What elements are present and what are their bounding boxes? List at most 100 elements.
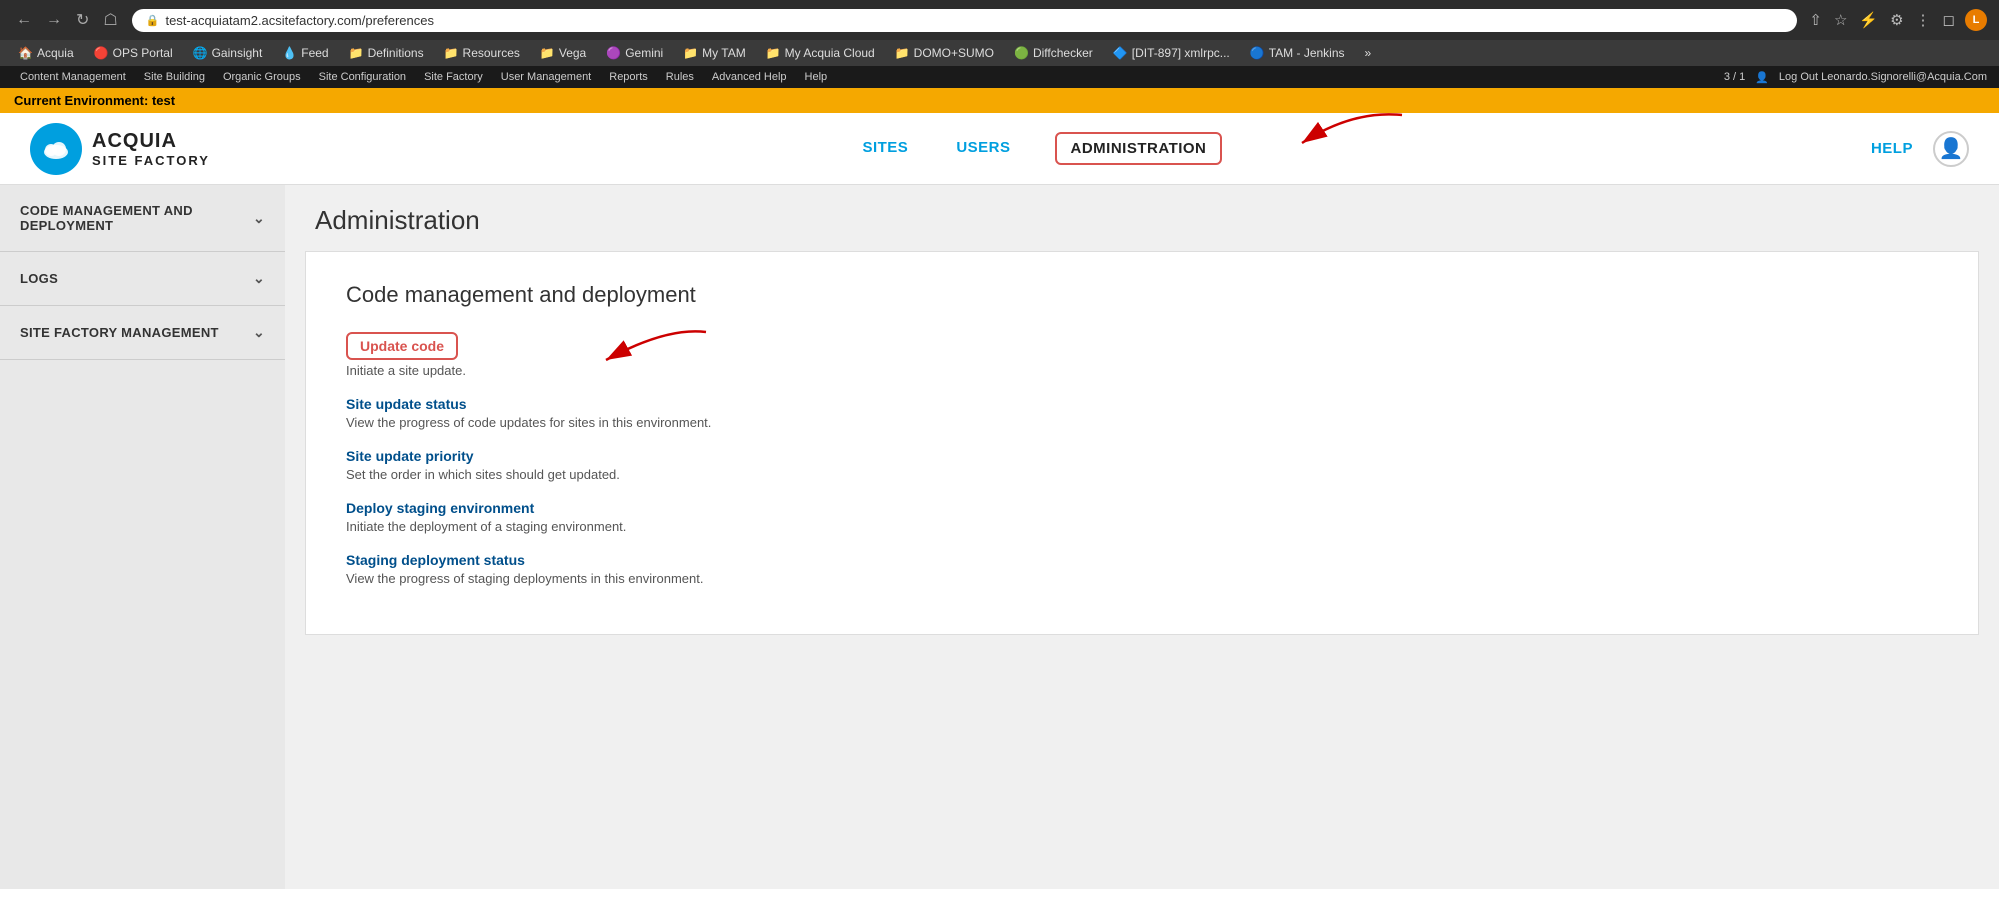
back-button[interactable]: ← — [12, 9, 36, 31]
nav-administration[interactable]: ADMINISTRATION — [1055, 132, 1223, 165]
vega-icon: 📁 — [540, 46, 555, 60]
bookmark-resources[interactable]: 📁 Resources — [436, 44, 528, 62]
profile-initial: L — [1973, 14, 1980, 26]
profile-avatar[interactable]: L — [1965, 9, 1987, 31]
user-logout-link[interactable]: Log Out Leonardo.Signorelli@Acquia.Com — [1779, 71, 1987, 83]
bookmark-mytam[interactable]: 📁 My TAM — [675, 44, 754, 62]
bookmark-mytam-label: My TAM — [702, 46, 746, 60]
link-item-deploy-staging: Deploy staging environment Initiate the … — [346, 500, 1938, 534]
star-icon[interactable]: ☆ — [1832, 9, 1849, 31]
bookmark-diffchecker-label: Diffchecker — [1033, 46, 1093, 60]
feed-icon: 💧 — [282, 46, 297, 60]
bookmark-diffchecker[interactable]: 🟢 Diffchecker — [1006, 44, 1101, 62]
drupal-item-site-building[interactable]: Site Building — [136, 69, 213, 85]
drupal-item-user-management[interactable]: User Management — [493, 69, 600, 85]
site-update-status-link[interactable]: Site update status — [346, 396, 467, 412]
site-update-priority-desc: Set the order in which sites should get … — [346, 467, 1938, 482]
bookmark-acquia-cloud[interactable]: 📁 My Acquia Cloud — [758, 44, 883, 62]
bookmark-acquia[interactable]: 🏠 Acquia — [10, 44, 82, 62]
drupal-item-site-configuration[interactable]: Site Configuration — [311, 69, 414, 85]
settings-icon[interactable]: ⚙ — [1888, 9, 1905, 31]
help-link[interactable]: HELP — [1871, 140, 1913, 157]
bookmark-domo-sumo[interactable]: 📁 DOMO+SUMO — [887, 44, 1002, 62]
drupal-item-organic-groups[interactable]: Organic Groups — [215, 69, 309, 85]
bookmark-gemini[interactable]: 🟣 Gemini — [598, 44, 671, 62]
drupal-item-rules[interactable]: Rules — [658, 69, 702, 85]
drupal-item-site-factory[interactable]: Site Factory — [416, 69, 491, 85]
sidebar-sfm-header[interactable]: SITE FACTORY MANAGEMENT ⌄ — [0, 306, 285, 359]
sidebar-code-header[interactable]: CODE MANAGEMENT AND DEPLOYMENT ⌄ — [0, 185, 285, 251]
drupal-item-reports[interactable]: Reports — [601, 69, 656, 85]
resources-icon: 📁 — [444, 46, 459, 60]
update-code-arrow — [526, 322, 726, 377]
sidebar-logs-header[interactable]: LOGS ⌄ — [0, 252, 285, 305]
reload-button[interactable]: ↻ — [72, 8, 93, 32]
ops-portal-icon: 🔴 — [94, 46, 109, 60]
sidebar-code-chevron: ⌄ — [253, 210, 265, 227]
extensions-icon[interactable]: ⚡ — [1857, 9, 1880, 31]
env-banner: Current Environment: test — [0, 88, 1999, 113]
definitions-icon: 📁 — [349, 46, 364, 60]
user-icon-drupal: 👤 — [1755, 71, 1769, 84]
site-update-status-desc: View the progress of code updates for si… — [346, 415, 1938, 430]
logo-text: ACQUIA SITE FACTORY — [92, 129, 210, 169]
link-item-site-update-status: Site update status View the progress of … — [346, 396, 1938, 430]
bookmark-definitions[interactable]: 📁 Definitions — [341, 44, 432, 62]
jenkins-icon: 🔵 — [1250, 46, 1265, 60]
bookmark-dit[interactable]: 🔷 [DIT-897] xmlrpc... — [1105, 44, 1238, 62]
nav-sites[interactable]: SITES — [858, 115, 912, 183]
bookmark-definitions-label: Definitions — [368, 46, 424, 60]
logo-acquia-text: ACQUIA — [92, 129, 210, 153]
bookmark-acquia-label: Acquia — [37, 46, 74, 60]
logo-area: ACQUIA SITE FACTORY — [30, 123, 210, 175]
page-title-bar: Administration — [285, 185, 1999, 251]
more-icon[interactable]: ⋮ — [1914, 9, 1933, 31]
staging-deployment-status-link[interactable]: Staging deployment status — [346, 552, 525, 568]
user-profile-icon[interactable]: 👤 — [1933, 131, 1969, 167]
main-header: ACQUIA SITE FACTORY SITES USERS ADMINIST… — [0, 113, 1999, 185]
deploy-staging-link[interactable]: Deploy staging environment — [346, 500, 534, 516]
site-update-priority-link[interactable]: Site update priority — [346, 448, 474, 464]
content-card: Code management and deployment Update co… — [305, 251, 1979, 635]
share-icon[interactable]: ⇧ — [1807, 9, 1824, 31]
header-right: HELP 👤 — [1871, 131, 1969, 167]
bookmark-ops-portal[interactable]: 🔴 OPS Portal — [86, 44, 181, 62]
gemini-icon: 🟣 — [606, 46, 621, 60]
bookmark-gainsight[interactable]: 🌐 Gainsight — [185, 44, 271, 62]
sidebar-section-sfm: SITE FACTORY MANAGEMENT ⌄ — [0, 306, 285, 360]
link-item-staging-deployment-status: Staging deployment status View the progr… — [346, 552, 1938, 586]
dit-icon: 🔷 — [1113, 46, 1128, 60]
page-wrapper: ← → ↻ ☖ 🔒 test-acquiatam2.acsitefactory.… — [0, 0, 1999, 889]
page-layout: CODE MANAGEMENT AND DEPLOYMENT ⌄ LOGS ⌄ … — [0, 185, 1999, 889]
update-code-wrapper: Update code Initiate a site update. — [346, 332, 466, 396]
sidebar-logs-label: LOGS — [20, 271, 58, 286]
home-button[interactable]: ☖ — [99, 8, 121, 32]
diffchecker-icon: 🟢 — [1014, 46, 1029, 60]
staging-deployment-status-desc: View the progress of staging deployments… — [346, 571, 1938, 586]
drupal-bar-right: 3 / 1 👤 Log Out Leonardo.Signorelli@Acqu… — [1724, 71, 1987, 84]
window-icon[interactable]: ◻ — [1941, 9, 1957, 31]
domo-sumo-icon: 📁 — [895, 46, 910, 60]
bookmark-jenkins[interactable]: 🔵 TAM - Jenkins — [1242, 44, 1353, 62]
bookmark-more[interactable]: » — [1357, 44, 1380, 62]
drupal-item-advanced-help[interactable]: Advanced Help — [704, 69, 795, 85]
update-code-link[interactable]: Update code — [346, 332, 458, 360]
bookmark-feed[interactable]: 💧 Feed — [274, 44, 336, 62]
sidebar: CODE MANAGEMENT AND DEPLOYMENT ⌄ LOGS ⌄ … — [0, 185, 285, 889]
page-info: 3 / 1 — [1724, 71, 1745, 83]
address-bar[interactable]: 🔒 test-acquiatam2.acsitefactory.com/pref… — [132, 9, 1798, 32]
nav-users[interactable]: USERS — [952, 115, 1014, 183]
acquia-logo-icon — [30, 123, 82, 175]
acquia-cloud-icon: 📁 — [766, 46, 781, 60]
sidebar-code-label: CODE MANAGEMENT AND DEPLOYMENT — [20, 203, 253, 233]
nav-and-arrow: SITES USERS ADMINISTRATION — [858, 115, 1222, 183]
bookmark-ops-label: OPS Portal — [113, 46, 173, 60]
section-title: Code management and deployment — [346, 282, 1938, 308]
drupal-item-help[interactable]: Help — [797, 69, 836, 85]
forward-button[interactable]: → — [42, 9, 66, 31]
admin-arrow — [1202, 105, 1422, 165]
bookmark-more-label: » — [1365, 46, 1372, 60]
bookmark-vega-label: Vega — [559, 46, 586, 60]
bookmark-vega[interactable]: 📁 Vega — [532, 44, 594, 62]
drupal-item-content-management[interactable]: Content Management — [12, 69, 134, 85]
